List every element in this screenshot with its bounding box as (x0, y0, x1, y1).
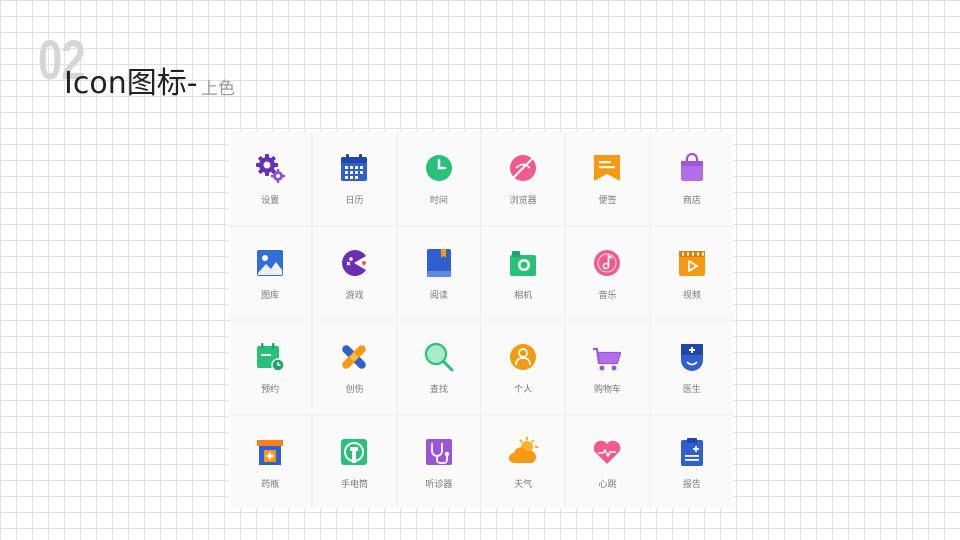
appointment-calendar-icon (257, 343, 285, 372)
icon-cell-weather[interactable]: 天气 (482, 415, 565, 508)
doctor-badge-icon (680, 344, 703, 371)
icon-label: 心跳 (598, 479, 617, 490)
camera-icon (510, 250, 537, 276)
icon-label: 手电筒 (340, 479, 368, 490)
icon-label: 便签 (598, 196, 617, 206)
icon-label: 相机 (514, 290, 533, 301)
icon-cell-calendar[interactable]: 日历 (313, 132, 396, 225)
icon-cell-medicine-box[interactable]: 药瓶 (229, 415, 312, 508)
calendar-icon (341, 154, 368, 181)
icon-label: 设置 (261, 196, 280, 206)
icon-cell-browser[interactable]: 浏览器 (482, 132, 565, 225)
video-icon (678, 250, 705, 276)
icon-label: 时间 (429, 196, 448, 206)
icon-label: 图库 (261, 290, 280, 301)
search-icon (424, 342, 454, 372)
browser-icon (510, 155, 537, 181)
page-title: Icon图标- (64, 66, 198, 101)
heart-icon (594, 440, 621, 464)
icon-label: 阅读 (429, 290, 448, 301)
icon-cell-store[interactable]: 商店 (650, 132, 733, 225)
icon-cell-cart[interactable]: 购物车 (566, 321, 649, 414)
clock-icon (425, 155, 452, 181)
icon-label: 天气 (514, 479, 533, 490)
icon-cell-note[interactable]: 便签 (566, 132, 649, 225)
image-icon (257, 249, 284, 276)
icon-cell-bandage[interactable]: 创伤 (313, 321, 396, 414)
icon-label: 视频 (682, 290, 701, 301)
icon-label: 听诊器 (425, 479, 453, 490)
icon-label: 浏览器 (509, 196, 537, 206)
weather-icon (509, 436, 539, 463)
cart-icon (593, 347, 622, 371)
person-icon (510, 344, 537, 370)
icon-cell-camera[interactable]: 相机 (482, 226, 565, 319)
medicine-box-icon (257, 439, 284, 465)
bandage-icon (342, 345, 367, 369)
icon-cell-settings[interactable]: 设置 (229, 132, 312, 225)
icon-cell-music[interactable]: 音乐 (566, 226, 649, 319)
note-icon (594, 155, 621, 181)
shopping-bag-icon (680, 152, 703, 181)
icon-label: 查找 (429, 385, 448, 395)
book-icon (426, 248, 451, 277)
icon-label: 预约 (261, 385, 280, 395)
icon-cell-doctor[interactable]: 医生 (650, 321, 733, 414)
report-clipboard-icon (680, 437, 703, 466)
icon-label: 药瓶 (261, 479, 280, 490)
pacman-icon (342, 249, 367, 276)
icon-cell-report[interactable]: 报告 (650, 415, 733, 508)
flashlight-icon (341, 438, 368, 465)
icon-cell-person[interactable]: 个人 (482, 321, 565, 414)
icon-cell-video[interactable]: 视频 (650, 226, 733, 319)
icon-cell-appointment[interactable]: 预约 (229, 321, 312, 414)
icon-cell-flashlight[interactable]: 手电筒 (313, 415, 396, 508)
icon-cell-reader[interactable]: 阅读 (397, 226, 480, 319)
icon-label: 购物车 (593, 385, 621, 395)
icon-cell-clock[interactable]: 时间 (397, 132, 480, 225)
icon-label: 商店 (682, 196, 701, 206)
icon-label: 游戏 (345, 290, 364, 301)
music-icon (594, 249, 621, 276)
icon-label: 个人 (514, 385, 533, 395)
icon-grid: 设置 日历 时间 浏览器 便签 商店 图库 游戏 阅读 相机 音乐 视频 预约 … (229, 132, 733, 508)
title-area: 02 Icon图标- 上色 (38, 28, 338, 108)
icon-cell-search[interactable]: 查找 (397, 321, 480, 414)
icon-cell-stethoscope[interactable]: 听诊器 (397, 415, 480, 508)
stethoscope-icon (425, 438, 452, 465)
icon-cell-game[interactable]: 游戏 (313, 226, 396, 319)
settings-icon (256, 154, 286, 183)
icon-label: 日历 (345, 196, 364, 206)
icon-label: 医生 (682, 385, 701, 395)
page-subtitle: 上色 (201, 79, 235, 99)
icon-cell-gallery[interactable]: 图库 (229, 226, 312, 319)
icon-label: 报告 (682, 479, 701, 490)
icon-label: 创伤 (345, 385, 364, 395)
icon-cell-heartbeat[interactable]: 心跳 (566, 415, 649, 508)
icon-label: 音乐 (598, 290, 617, 301)
